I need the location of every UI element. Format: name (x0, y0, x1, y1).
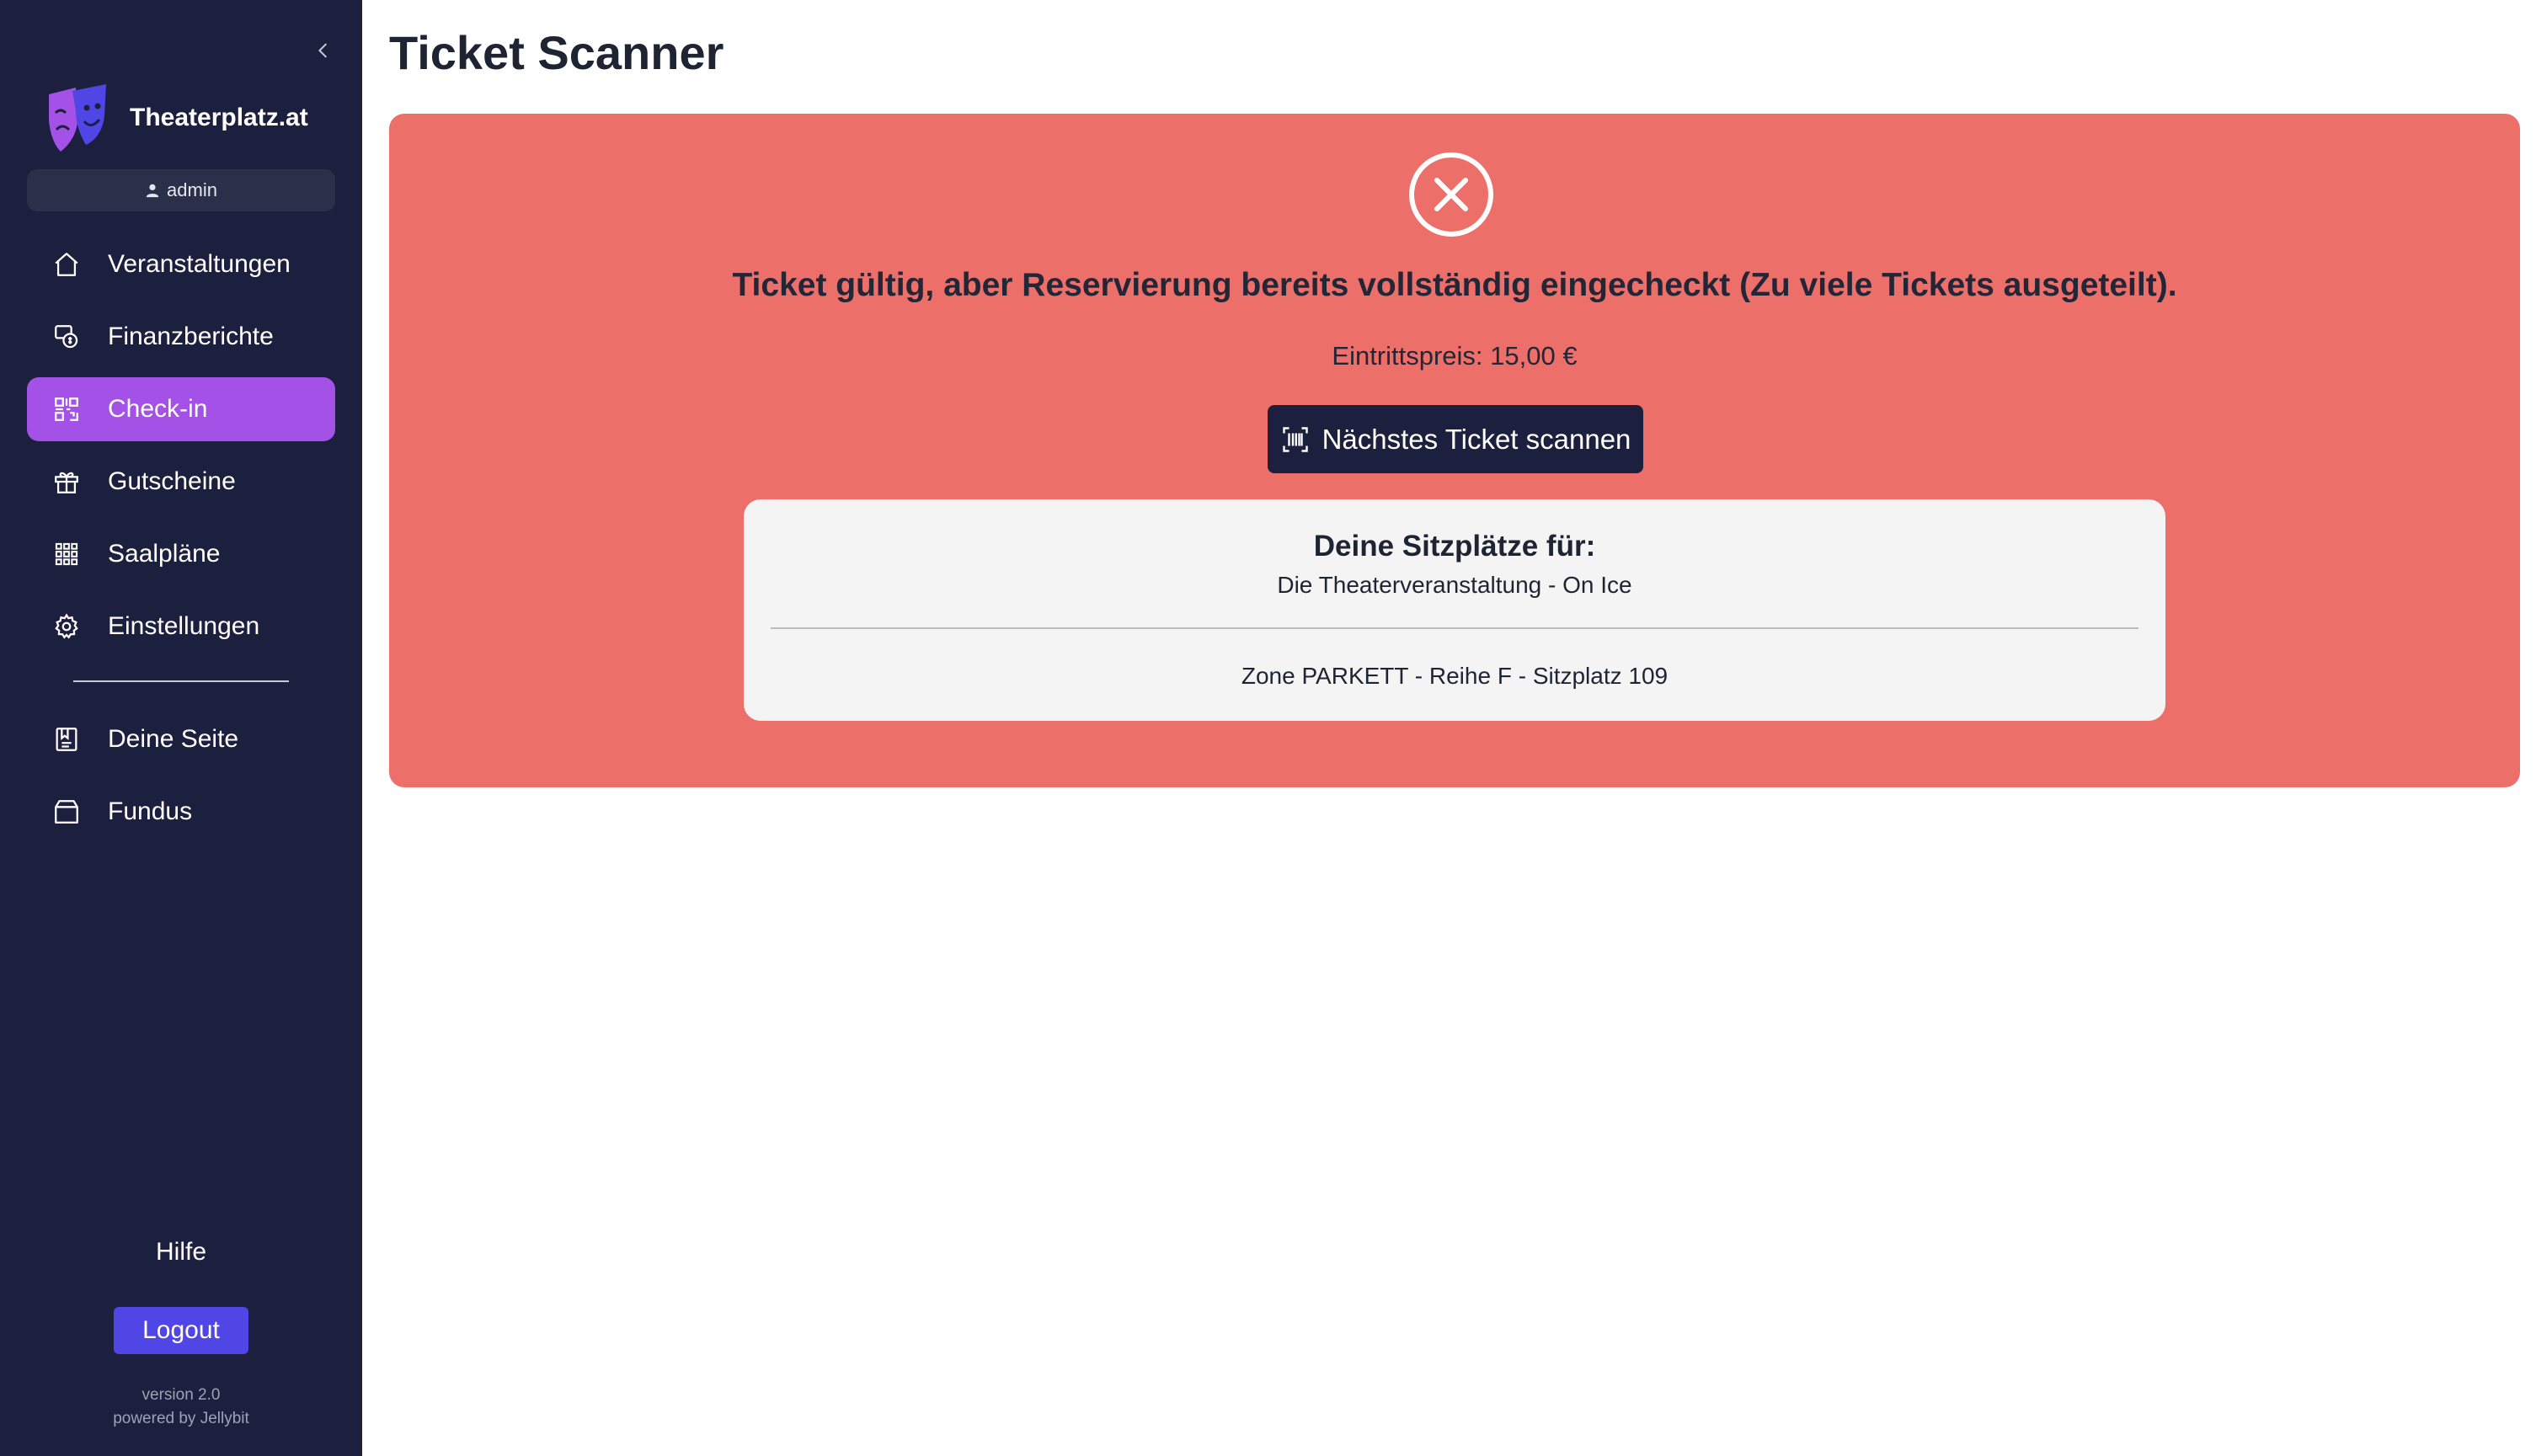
username: admin (167, 179, 217, 200)
user-icon (146, 184, 159, 198)
sidebar-item-label: Einstellungen (108, 612, 260, 640)
powered-by-label: powered by Jellybit (113, 1410, 249, 1427)
main-nav: Veranstaltungen Finanzberichte Check-in … (27, 232, 335, 667)
sidebar-item-gutscheine[interactable]: Gutscheine (27, 450, 335, 514)
seat-details: Zone PARKETT - Reihe F - Sitzplatz 109 (1241, 663, 1669, 689)
theater-masks-logo (49, 84, 106, 152)
scan-result-message: Ticket gültig, aber Reservierung bereits… (732, 267, 2177, 303)
seat-card-title: Deine Sitzplätze für: (1313, 530, 1596, 563)
chevron-left-icon (318, 43, 327, 58)
sidebar-item-label: Finanzberichte (108, 323, 274, 350)
sidebar-item-label: Veranstaltungen (108, 250, 291, 278)
gear-icon (55, 613, 78, 639)
ticket-price: Eintrittspreis: 15,00 € (1332, 341, 1578, 371)
sidebar-item-label: Gutscheine (108, 467, 236, 495)
version-info: version 2.0 powered by Jellybit (0, 1384, 362, 1431)
help-link[interactable]: Hilfe (0, 1238, 362, 1267)
grid-icon (55, 542, 78, 566)
page-title: Ticket Scanner (389, 26, 724, 79)
sidebar-item-label: Deine Seite (108, 725, 239, 753)
logout-button[interactable]: Logout (114, 1307, 248, 1354)
sidebar-item-saalplaene[interactable]: Saalpläne (27, 522, 335, 586)
barcode-scan-icon (1282, 426, 1308, 452)
sidebar-item-label: Fundus (108, 797, 193, 825)
nav-divider (73, 680, 289, 682)
brand[interactable]: Theaterplatz.at (47, 83, 308, 153)
sidebar-item-check-in[interactable]: Check-in (27, 377, 335, 441)
scan-next-ticket-label: Nächstes Ticket scannen (1322, 423, 1631, 455)
sidebar-item-veranstaltungen[interactable]: Veranstaltungen (27, 232, 335, 296)
sidebar-item-label: Check-in (108, 395, 208, 423)
seat-event-name: Die Theaterveranstaltung - On Ice (1277, 572, 1632, 598)
page-icon (56, 728, 77, 751)
sidebar-item-fundus[interactable]: Fundus (27, 780, 335, 844)
home-icon (55, 253, 78, 276)
gift-icon (55, 472, 78, 493)
collapse-sidebar-button[interactable] (310, 37, 337, 64)
sidebar: Theaterplatz.at admin Veranstaltungen Fi… (0, 0, 362, 1456)
sidebar-item-finanzberichte[interactable]: Finanzberichte (27, 305, 335, 369)
qr-code-icon (55, 397, 78, 421)
user-badge[interactable]: admin (27, 169, 335, 211)
scan-next-ticket-button[interactable]: Nächstes Ticket scannen (1268, 405, 1643, 473)
version-label: version 2.0 (142, 1386, 221, 1404)
seat-info-card: Deine Sitzplätze für: Die Theaterveranst… (744, 499, 2165, 721)
sidebar-item-deine-seite[interactable]: Deine Seite (27, 707, 335, 771)
secondary-nav: Deine Seite Fundus (27, 707, 335, 852)
sidebar-item-einstellungen[interactable]: Einstellungen (27, 595, 335, 659)
scan-result-alert: Ticket gültig, aber Reservierung bereits… (389, 114, 2520, 787)
brand-name: Theaterplatz.at (130, 104, 308, 131)
error-circle-x-icon (1409, 152, 1493, 237)
sidebar-item-label: Saalpläne (108, 540, 221, 568)
seat-card-divider (771, 627, 2139, 629)
box-icon (55, 800, 78, 824)
finance-report-icon (55, 325, 78, 349)
